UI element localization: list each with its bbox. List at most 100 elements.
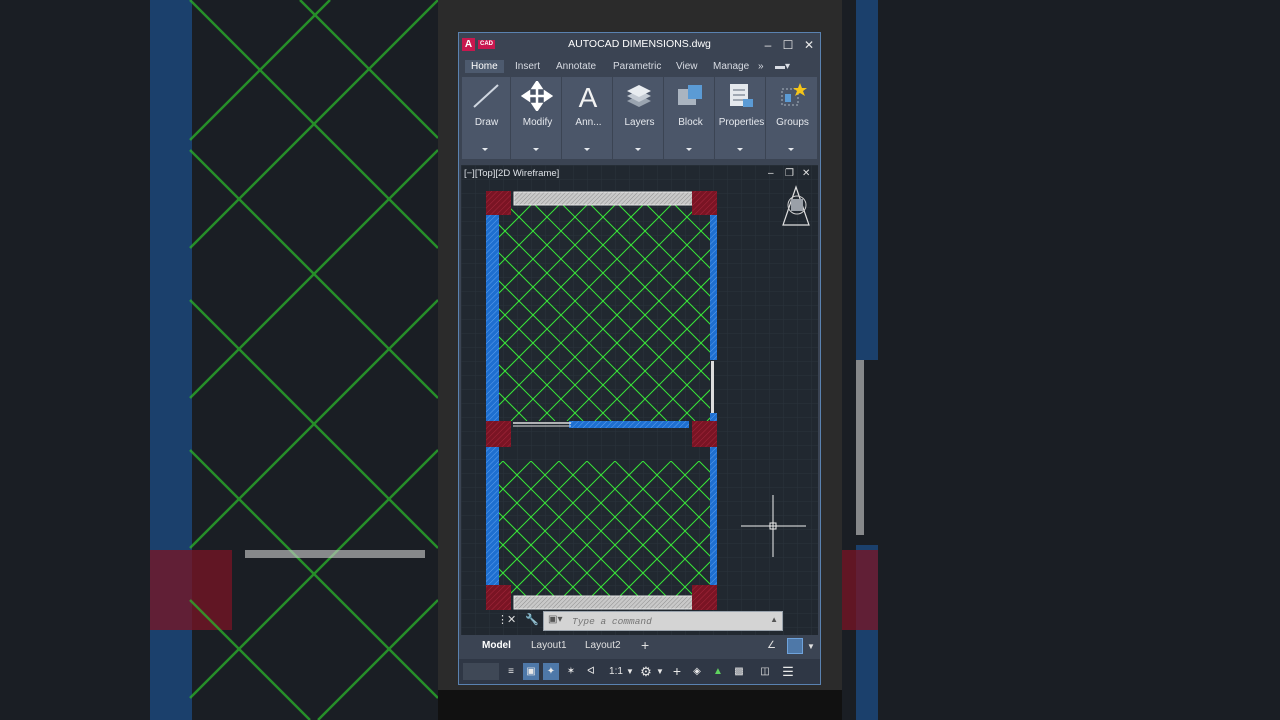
text-icon: A [579, 82, 598, 111]
ribbon-panel-properties[interactable]: Properties [717, 77, 766, 159]
tab-layout1[interactable]: Layout1 [531, 640, 567, 651]
chevron-down-icon[interactable]: ▼ [625, 663, 635, 680]
wall-right-upper[interactable] [710, 215, 717, 360]
command-line[interactable]: ▣▾ ▲ [543, 611, 783, 631]
title-bar: A CAD AUTOCAD DIMENSIONS.dwg – ☐ ✕ [459, 33, 820, 57]
ribbon: Draw Modify A Ann... Layers Block Proper… [462, 77, 817, 159]
menu-lines-icon[interactable]: ≡ [503, 663, 519, 680]
column[interactable] [486, 585, 511, 610]
door-right[interactable] [711, 361, 714, 413]
chevron-down-icon[interactable] [737, 148, 743, 151]
ribbon-tabs: Home Insert Annotate Parametric View Man… [459, 57, 820, 77]
tab-layout2[interactable]: Layout2 [585, 640, 621, 651]
move-icon [521, 81, 553, 111]
viewport-label[interactable]: [−][Top][2D Wireframe] [464, 168, 559, 179]
chevron-down-icon[interactable]: ▼ [807, 642, 815, 651]
chevron-down-icon[interactable] [788, 148, 794, 151]
viewport-minimize-icon[interactable]: – [768, 168, 774, 179]
chevron-down-icon[interactable] [686, 148, 692, 151]
column[interactable] [486, 191, 511, 215]
viewport-close-icon[interactable]: ✕ [802, 168, 810, 179]
tab-manage[interactable]: Manage [707, 60, 755, 73]
column[interactable] [692, 585, 717, 610]
layout-tabs: Model Layout1 Layout2 + ∠ ▼ [459, 636, 820, 658]
background-right [842, 0, 1280, 720]
ribbon-label: Properties [718, 117, 765, 128]
maximize-button[interactable]: ☐ [779, 36, 797, 54]
tab-view[interactable]: View [670, 60, 704, 73]
window-bottom[interactable] [513, 595, 695, 610]
column[interactable] [692, 421, 717, 447]
column[interactable] [486, 421, 511, 447]
window-top[interactable] [513, 191, 695, 206]
minimize-button[interactable]: – [759, 36, 777, 54]
close-button[interactable]: ✕ [800, 36, 818, 54]
autocad-logo-tag: CAD [478, 40, 495, 49]
snap-toggle-icon[interactable]: ▣ [523, 663, 539, 680]
column[interactable] [692, 191, 717, 215]
ribbon-panel-draw[interactable]: Draw [462, 77, 511, 159]
line-icon [473, 84, 499, 108]
ribbon-panel-layers[interactable]: Layers [615, 77, 664, 159]
autocad-logo-icon[interactable]: A [462, 38, 475, 51]
ribbon-panel-block[interactable]: Block [666, 77, 715, 159]
tab-annotate[interactable]: Annotate [550, 60, 602, 73]
annotation-visibility-icon[interactable]: ✶ [563, 663, 579, 680]
wall-right-lower[interactable] [710, 447, 717, 587]
isolate-objects-icon[interactable]: ◈ [689, 663, 705, 680]
customize-wrench-icon[interactable]: 🔧 [525, 613, 539, 626]
wall-left-upper[interactable] [486, 215, 499, 423]
workspace-dropdown-icon[interactable]: ▬▾ [769, 60, 796, 73]
window-title: AUTOCAD DIMENSIONS.dwg [568, 38, 711, 50]
hardware-acceleration-icon[interactable]: ▲ [709, 663, 727, 680]
command-close-icon[interactable]: ✕ [507, 613, 516, 626]
ribbon-label: Modify [522, 117, 553, 128]
floor-plan-drawing[interactable] [461, 165, 818, 635]
command-input[interactable] [572, 614, 752, 628]
annotation-scale[interactable]: 1:1 [605, 663, 627, 680]
ribbon-panel-modify[interactable]: Modify [513, 77, 562, 159]
ribbon-label: Groups [776, 117, 809, 128]
clean-screen-icon[interactable]: ◫ [755, 663, 775, 680]
chevron-down-icon[interactable] [635, 148, 641, 151]
tab-model[interactable]: Model [482, 640, 511, 651]
command-history-icon[interactable]: ▣▾ [548, 614, 562, 625]
wall-middle[interactable] [569, 421, 689, 428]
properties-icon [730, 84, 753, 107]
autocad-window: A CAD AUTOCAD DIMENSIONS.dwg – ☐ ✕ Home … [458, 32, 821, 685]
status-bar: ≡ ▣ ✦ ✶ ᐊ 1:1 ▼ ⚙ ▼ + ◈ ▲ ▩ ◫ ☰ [459, 659, 820, 684]
add-layout-icon[interactable]: + [641, 637, 649, 653]
background-left [0, 0, 438, 720]
tab-insert[interactable]: Insert [509, 60, 546, 73]
ribbon-label: Block [678, 117, 703, 128]
drawing-viewport[interactable]: [−][Top][2D Wireframe] – ❐ ✕ [461, 165, 818, 635]
chevron-down-icon[interactable] [533, 148, 539, 151]
model-space-toggle[interactable] [463, 663, 499, 680]
block-icon [678, 85, 702, 105]
command-expand-icon[interactable]: ▲ [770, 615, 778, 624]
tab-parametric[interactable]: Parametric [607, 60, 667, 73]
ribbon-label: Ann... [575, 117, 602, 128]
chevron-down-icon[interactable] [482, 148, 488, 151]
bottom-band [438, 690, 842, 720]
annotation-monitor-icon[interactable]: ∠ [767, 640, 776, 651]
viewport-restore-icon[interactable]: ❐ [785, 168, 794, 179]
auto-scale-icon[interactable]: ᐊ [583, 663, 599, 680]
svg-text:A: A [579, 82, 598, 111]
wall-left-lower[interactable] [486, 447, 499, 587]
ribbon-label: Draw [474, 117, 499, 128]
paper-space-icon[interactable] [787, 638, 803, 654]
tab-home[interactable]: Home [465, 60, 504, 73]
ribbon-panel-groups[interactable]: Groups [768, 77, 817, 159]
ribbon-label: Layers [624, 117, 655, 128]
customization-menu-icon[interactable]: ☰ [779, 663, 797, 680]
chevron-down-icon[interactable] [584, 148, 590, 151]
ribbon-panel-annotation[interactable]: A Ann... [564, 77, 613, 159]
layers-icon [627, 85, 651, 107]
chevron-down-icon[interactable]: ▼ [655, 663, 665, 680]
plus-icon[interactable]: + [669, 663, 685, 680]
quick-properties-icon[interactable]: ▩ [731, 663, 747, 680]
object-snap-tracking-icon[interactable]: ✦ [543, 663, 559, 680]
gear-icon[interactable]: ⚙ [637, 663, 655, 680]
more-tabs-icon[interactable]: » [752, 60, 770, 73]
